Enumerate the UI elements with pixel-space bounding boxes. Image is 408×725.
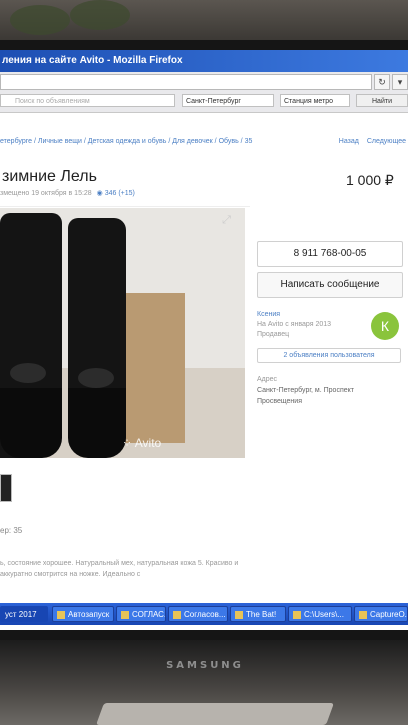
divider (0, 206, 250, 207)
find-button[interactable]: Найти (356, 94, 408, 107)
views-value: 346 (+15) (104, 190, 135, 197)
plant-leaves (70, 0, 130, 30)
city-select[interactable]: Санкт-Петербург (182, 94, 274, 107)
avatar[interactable]: К (371, 312, 399, 340)
taskbar-item[interactable]: СОГЛАС... (116, 606, 166, 622)
listing-photo[interactable]: ⤢ ⁘ Avito (0, 208, 245, 458)
eye-icon: ◉ (96, 190, 105, 197)
window-title: ления на сайте Avito - Mozilla Firefox (0, 50, 408, 72)
breadcrumb[interactable]: етербурге / Личные вещи / Детская одежда… (0, 138, 252, 145)
monitor-screen: ления на сайте Avito - Mozilla Firefox ↻… (0, 50, 408, 630)
folder-icon (293, 610, 301, 619)
expand-icon[interactable]: ⤢ (220, 214, 233, 227)
watermark-text: Avito (134, 436, 162, 450)
taskbar-item[interactable]: Автозапуск (52, 606, 114, 622)
boot-right (68, 218, 126, 458)
chevron-down-icon[interactable]: ▾ (392, 74, 408, 90)
taskbar-item-label: СОГЛАС... (132, 610, 166, 619)
bat-icon (235, 610, 243, 619)
listing-nav: Назад Следующее (333, 138, 406, 145)
boot-sole (68, 388, 126, 458)
back-link[interactable]: Назад (339, 138, 359, 145)
reload-icon[interactable]: ↻ (374, 74, 390, 90)
seller-info: Ксения На Avito с января 2013 Продавец (257, 310, 331, 340)
seller-name[interactable]: Ксения (257, 310, 331, 320)
taskbar-item-label: CaptureO... (370, 610, 408, 619)
phone-button[interactable]: 8 911 768-00-05 (257, 241, 403, 267)
taskbar-item-label: C:\Users\... (304, 610, 345, 619)
taskbar-clock[interactable]: уст 2017 (0, 606, 48, 622)
address-bar[interactable] (0, 74, 372, 90)
listing-size: ер: 35 (0, 526, 23, 535)
taskbar-item-label: The Bat! (246, 610, 277, 619)
metro-select[interactable]: Станция метро (280, 94, 350, 107)
boot-gloss (10, 363, 46, 383)
write-message-button[interactable]: Написать сообщение (257, 272, 403, 298)
camera-icon: ⁘ (122, 436, 135, 450)
photo-thumbnail[interactable] (0, 474, 12, 502)
monitor-brand-logo: SAMSUNG (166, 660, 244, 671)
listing-price: 1 000 ₽ (346, 172, 394, 188)
seller-ads-button[interactable]: 2 объявления пользователя (257, 348, 401, 363)
avito-watermark: ⁘ Avito (122, 436, 161, 450)
posted-date: змещено 19 октября в 15:28 (0, 190, 92, 197)
folder-icon (121, 610, 129, 619)
listing-title: зимние Лель (2, 168, 97, 185)
taskbar-item-label: Автозапуск (68, 610, 110, 619)
listing-meta: змещено 19 октября в 15:28 ◉ 346 (+15) (0, 189, 135, 197)
taskbar-item[interactable]: CaptureO... (354, 606, 408, 622)
taskbar-item[interactable]: C:\Users\... (288, 606, 352, 622)
view-count: ◉ 346 (+15) (97, 190, 135, 197)
keyboard (95, 703, 335, 725)
address-block: Адрес Санкт-Петербург, м. Проспект Просв… (257, 374, 387, 407)
seller-role: Продавец (257, 331, 290, 338)
plant-leaves (10, 5, 70, 35)
taskbar-item[interactable]: The Bat! (230, 606, 286, 622)
address-value: Санкт-Петербург, м. Проспект Просвещения (257, 387, 354, 405)
next-link[interactable]: Следующее (367, 138, 406, 145)
folder-icon (173, 610, 181, 619)
taskbar: уст 2017 Автозапуск СОГЛАС... Согласов..… (0, 603, 408, 625)
address-label: Адрес (257, 376, 278, 383)
boot-sole (0, 388, 62, 458)
boot-left (0, 213, 62, 458)
boot-gloss (78, 368, 114, 388)
taskbar-item[interactable]: Согласов... (168, 606, 228, 622)
browser-toolbar: ↻ ▾ Поиск по объявлениям Санкт-Петербург… (0, 72, 408, 113)
capture-icon (359, 610, 367, 619)
listing-description: ь, состояние хорошее. Натуральный мех, н… (0, 560, 239, 578)
search-input[interactable]: Поиск по объявлениям (0, 94, 175, 107)
taskbar-item-label: Согласов... (184, 610, 226, 619)
seller-since: На Avito с января 2013 (257, 321, 332, 328)
folder-icon (57, 610, 65, 619)
